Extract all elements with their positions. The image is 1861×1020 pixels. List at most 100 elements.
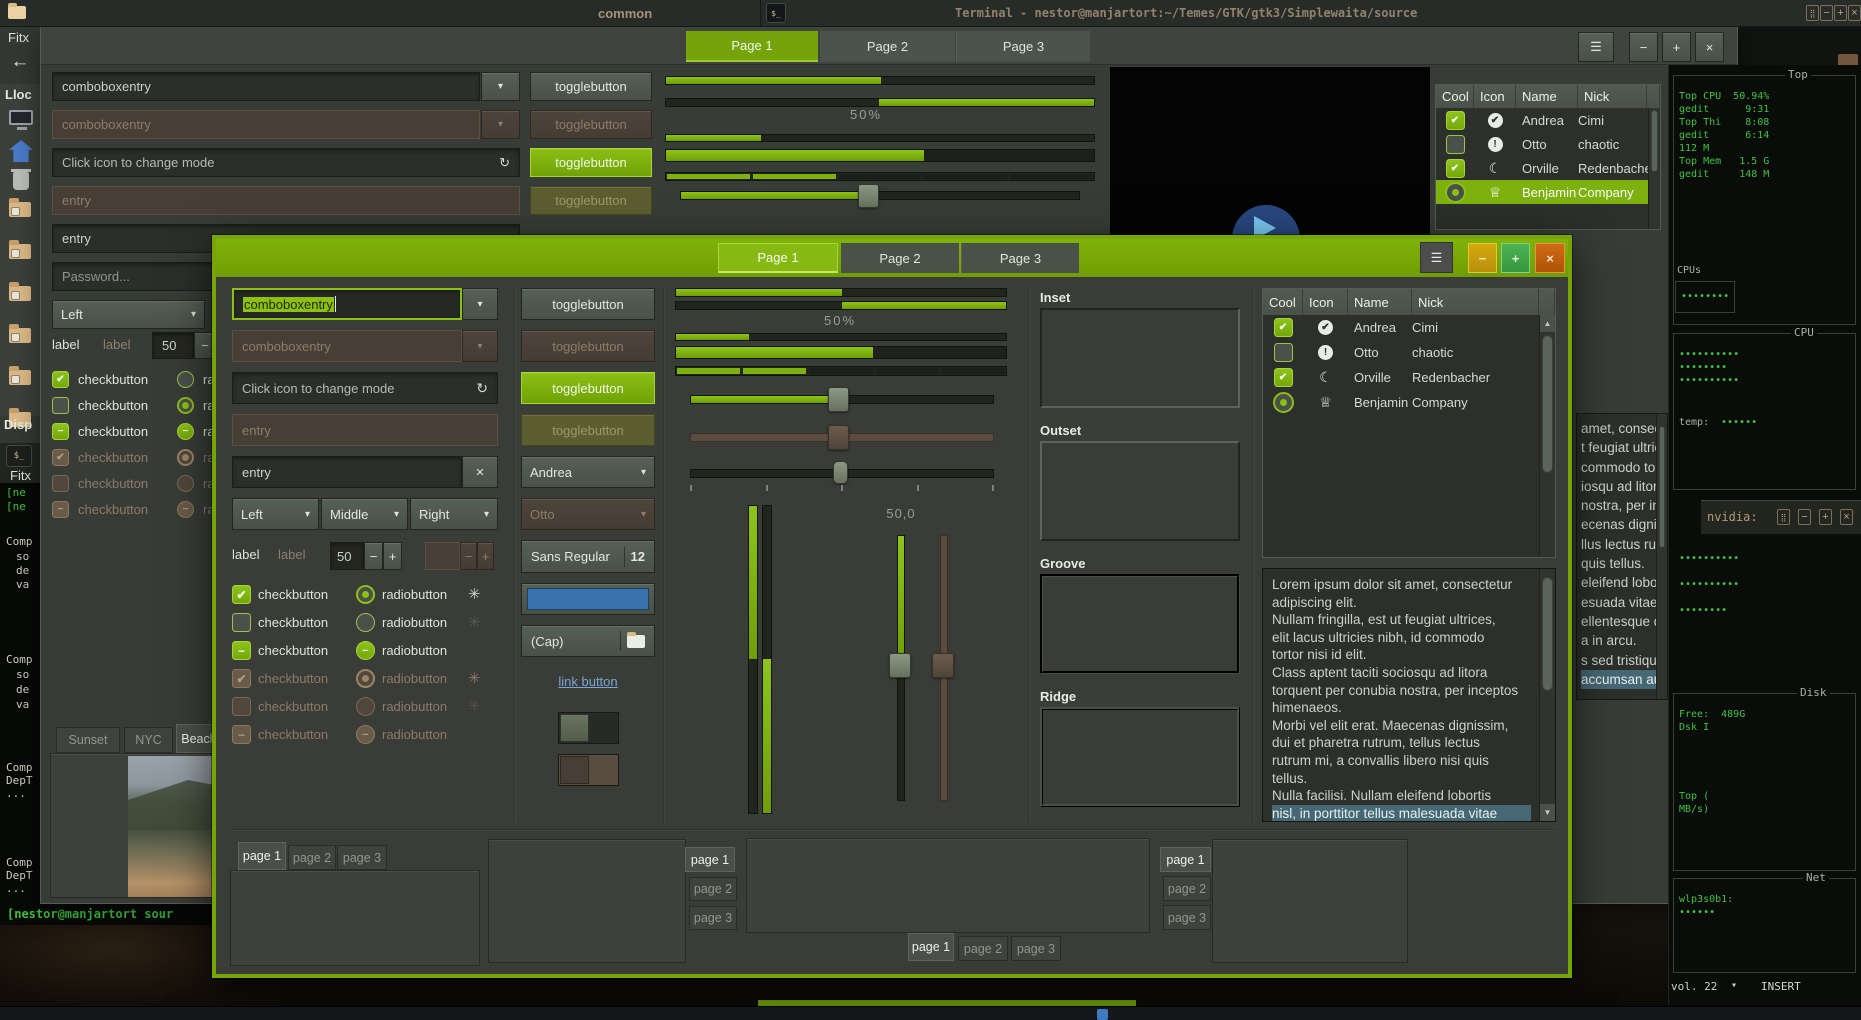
cool-radio[interactable] xyxy=(1445,182,1466,203)
video-player[interactable] xyxy=(1110,67,1430,237)
tab-page2[interactable]: Page 2 xyxy=(820,31,955,62)
table-row[interactable]: ! Otto chaotic xyxy=(1436,132,1660,156)
notebook3-tab-page1[interactable]: page 1 xyxy=(908,933,954,961)
folder-recent-icon[interactable] xyxy=(9,202,31,217)
table-row[interactable]: ✔ ✔ Andrea Cimi xyxy=(1436,108,1660,132)
checkbutton-label[interactable]: checkbutton xyxy=(78,372,148,387)
close-button[interactable]: × xyxy=(1695,32,1724,62)
cool-checkbox[interactable]: ✔ xyxy=(1446,111,1465,130)
togglebutton-active[interactable]: togglebutton xyxy=(530,148,652,177)
close-button[interactable]: × xyxy=(1535,243,1565,273)
spinbutton-value[interactable]: 50 xyxy=(152,332,194,359)
switch-off[interactable] xyxy=(558,712,619,744)
trash-icon[interactable] xyxy=(13,172,29,190)
radio-unchecked[interactable] xyxy=(356,613,375,632)
taskbar-app-icon[interactable] xyxy=(1097,1009,1108,1020)
checkbutton-label[interactable]: checkbutton xyxy=(258,615,328,630)
scroll-up-button[interactable]: ▲ xyxy=(1540,315,1555,332)
menu-file[interactable]: Fitx xyxy=(8,30,29,45)
refresh-icon[interactable]: ↻ xyxy=(499,155,510,171)
cool-checkbox[interactable]: ✔ xyxy=(1274,318,1293,337)
back-button[interactable]: ← xyxy=(4,49,36,75)
checkbox-checked[interactable]: ✔ xyxy=(232,585,251,604)
maximize-button[interactable]: + xyxy=(1819,509,1832,525)
notebook2-tab-page2[interactable]: page 2 xyxy=(689,877,737,901)
file-chooser-button[interactable]: (Cap) xyxy=(521,625,655,657)
taskbar[interactable] xyxy=(0,1006,1861,1020)
refresh-icon[interactable]: ↻ xyxy=(476,380,488,397)
minimize-button[interactable]: − xyxy=(1629,32,1658,62)
radio-mixed[interactable]: − xyxy=(356,641,375,660)
home-icon[interactable] xyxy=(9,140,33,162)
cool-radio[interactable] xyxy=(1273,392,1294,413)
scrollbar[interactable] xyxy=(1656,414,1667,699)
tab-page3[interactable]: Page 3 xyxy=(956,31,1090,62)
minimize-button[interactable]: − xyxy=(1820,5,1833,21)
column-header-nick[interactable]: Nick xyxy=(1578,85,1647,108)
link-button[interactable]: link button xyxy=(521,672,655,690)
close-button[interactable]: × xyxy=(1840,509,1853,525)
tab-page1[interactable]: Page 1 xyxy=(718,243,838,273)
checkbox-checked[interactable]: ✔ xyxy=(52,371,69,388)
table-row[interactable]: ✔ ✔ Andrea Cimi xyxy=(1263,315,1555,340)
column-header-icon[interactable]: Icon xyxy=(1474,85,1516,108)
combobox-dropdown[interactable]: ▾ xyxy=(481,72,520,101)
comboboxentry-field-focused[interactable]: comboboxentry xyxy=(232,288,462,320)
combobox-middle[interactable]: Middle▾ xyxy=(321,498,408,530)
column-header-icon[interactable]: Icon xyxy=(1303,289,1348,315)
table-row-selected[interactable]: ♕ Benjamin Company xyxy=(1436,180,1660,204)
table-row[interactable]: ✔ ☾ Orville Redenbacher xyxy=(1436,156,1660,180)
radiobutton-label[interactable]: radiobutton xyxy=(382,587,447,602)
cool-checkbox[interactable]: ✔ xyxy=(1274,368,1293,387)
notebook1-tab-page3[interactable]: page 3 xyxy=(337,845,387,870)
column-header-cool[interactable]: Cool xyxy=(1263,289,1303,315)
checkbox-unchecked[interactable] xyxy=(52,397,69,414)
entry-clear-button[interactable]: ✕ xyxy=(462,456,498,488)
column-header-nick[interactable]: Nick xyxy=(1412,289,1539,315)
combobox-left[interactable]: Left▾ xyxy=(232,498,319,530)
scrollbar-thumb[interactable] xyxy=(1542,577,1553,691)
column-header-cool[interactable]: Cool xyxy=(1436,85,1474,108)
checkbox-mixed[interactable]: − xyxy=(232,641,251,660)
maximize-button[interactable]: + xyxy=(1662,32,1691,62)
radiobutton-label[interactable]: radiobutton xyxy=(382,615,447,630)
radio-unchecked[interactable] xyxy=(177,371,194,388)
maximize-button[interactable]: + xyxy=(1834,5,1847,21)
radio-checked[interactable] xyxy=(356,585,375,604)
column-header-name[interactable]: Name xyxy=(1516,85,1578,108)
notebook4-tab-page1[interactable]: page 1 xyxy=(1160,847,1211,872)
grid-icon[interactable]: ⣿ xyxy=(1806,5,1819,21)
folder-pictures-icon[interactable] xyxy=(9,328,31,343)
checkbutton-label[interactable]: checkbutton xyxy=(258,587,328,602)
cool-checkbox[interactable]: ✔ xyxy=(1446,159,1465,178)
treeview[interactable]: Cool Icon Name Nick ✔ ✔ Andrea Cimi ! Ot… xyxy=(1262,288,1556,558)
scrollbar[interactable] xyxy=(1648,108,1660,229)
spin-minus-button[interactable]: − xyxy=(364,542,383,570)
menu-button[interactable]: ☰ xyxy=(1420,242,1453,273)
table-row[interactable]: ! Otto chaotic xyxy=(1263,340,1555,365)
checkbutton-label[interactable]: checkbutton xyxy=(258,643,328,658)
folder-videos-icon[interactable] xyxy=(9,370,31,385)
notebook4-tab-page2[interactable]: page 2 xyxy=(1163,876,1211,901)
togglebutton[interactable]: togglebutton xyxy=(521,288,655,320)
tab-page1[interactable]: Page 1 xyxy=(686,31,818,62)
play-button[interactable] xyxy=(1232,205,1300,237)
scale-handle[interactable] xyxy=(858,184,879,208)
menu-button[interactable]: ☰ xyxy=(1578,32,1614,62)
scrollbar[interactable]: ▼ xyxy=(1539,569,1555,821)
color-button[interactable] xyxy=(521,583,655,615)
spinbutton-value[interactable]: 50 xyxy=(330,542,364,570)
radio-checked[interactable] xyxy=(177,397,194,414)
treeview[interactable]: Cool Icon Name Nick ✔ ✔ Andrea Cimi ! Ot… xyxy=(1435,84,1661,230)
entry[interactable]: entry xyxy=(232,456,462,488)
font-button[interactable]: Sans Regular 12 xyxy=(521,540,655,573)
radio-mixed[interactable]: − xyxy=(177,423,194,440)
scrollbar-thumb[interactable] xyxy=(1542,335,1553,473)
grid-icon[interactable]: ⣿ xyxy=(1777,509,1790,525)
spin-plus-button[interactable]: + xyxy=(383,542,402,570)
scrollbar[interactable]: ▲ xyxy=(1539,315,1555,557)
tab-page3[interactable]: Page 3 xyxy=(961,243,1079,273)
combobox-dropdown[interactable]: ▾ xyxy=(462,288,498,320)
computer-icon[interactable] xyxy=(9,110,33,125)
folder-documents-icon[interactable] xyxy=(9,244,31,259)
